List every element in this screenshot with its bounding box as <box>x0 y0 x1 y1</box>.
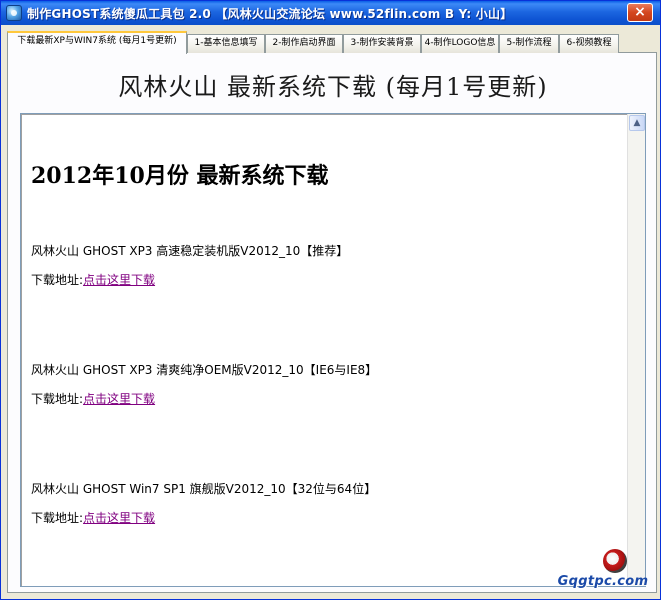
tab-process[interactable]: 5-制作流程 <box>499 34 559 53</box>
browser-content: 2012年10月份 最新系统下载 风林火山 GHOST XP3 高速稳定装机版V… <box>21 114 627 586</box>
title-bar[interactable]: 制作GHOST系统傻瓜工具包 2.0 【风林火山交流论坛 www.52flin.… <box>1 1 660 25</box>
tab-basic-info[interactable]: 1-基本信息填写 <box>187 34 265 53</box>
download-line: 下载地址:点击这里下载 <box>31 390 155 407</box>
watermark-logo-icon <box>603 549 627 573</box>
download-line: 下载地址:点击这里下载 <box>31 509 155 526</box>
download-label: 下载地址: <box>31 273 84 287</box>
tab-video-tutorial[interactable]: 6-视频教程 <box>559 34 619 53</box>
download-link[interactable]: 点击这里下载 <box>83 273 155 287</box>
close-button[interactable]: × <box>627 3 653 22</box>
panel-heading: 风林火山 最新系统下载 (每月1号更新) <box>118 73 548 101</box>
scroll-up-button[interactable]: ▲ <box>629 115 645 131</box>
watermark-text: Gqgtpc.com <box>557 574 649 589</box>
tab-download-latest[interactable]: 下载最新XP与WIN7系统 (每月1号更新) <box>7 31 187 54</box>
vertical-scrollbar[interactable]: ▲ <box>627 114 645 586</box>
download-label: 下载地址: <box>31 392 84 406</box>
tab-strip: 下载最新XP与WIN7系统 (每月1号更新) 1-基本信息填写 2-制作启动界面… <box>7 31 657 54</box>
watermark: Gqgtpc.com <box>549 547 657 595</box>
app-window: 制作GHOST系统傻瓜工具包 2.0 【风林火山交流论坛 www.52flin.… <box>0 0 661 600</box>
entry-name: 风林火山 GHOST XP3 高速稳定装机版V2012_10【推荐】 <box>31 244 349 258</box>
download-link[interactable]: 点击这里下载 <box>83 511 155 525</box>
tab-panel: 风林火山 最新系统下载 (每月1号更新) 2012年10月份 最新系统下载 风林… <box>7 53 657 593</box>
download-label: 下载地址: <box>31 511 84 525</box>
tab-logo-info[interactable]: 4-制作LOGO信息 <box>421 34 499 53</box>
embedded-browser: 2012年10月份 最新系统下载 风林火山 GHOST XP3 高速稳定装机版V… <box>20 113 646 587</box>
window-title: 制作GHOST系统傻瓜工具包 2.0 【风林火山交流论坛 www.52flin.… <box>27 7 513 21</box>
download-line: 下载地址:点击这里下载 <box>31 271 155 288</box>
tab-boot-screen[interactable]: 2-制作启动界面 <box>265 34 343 53</box>
entry-name: 风林火山 GHOST Win7 SP1 旗舰版V2012_10【32位与64位】 <box>31 482 377 496</box>
entry-name: 风林火山 GHOST XP3 清爽纯净OEM版V2012_10【IE6与IE8】 <box>31 363 378 377</box>
tab-install-background[interactable]: 3-制作安装背景 <box>343 34 421 53</box>
app-icon <box>6 5 22 21</box>
doc-title: 2012年10月份 最新系统下载 <box>31 163 329 189</box>
download-link[interactable]: 点击这里下载 <box>83 392 155 406</box>
